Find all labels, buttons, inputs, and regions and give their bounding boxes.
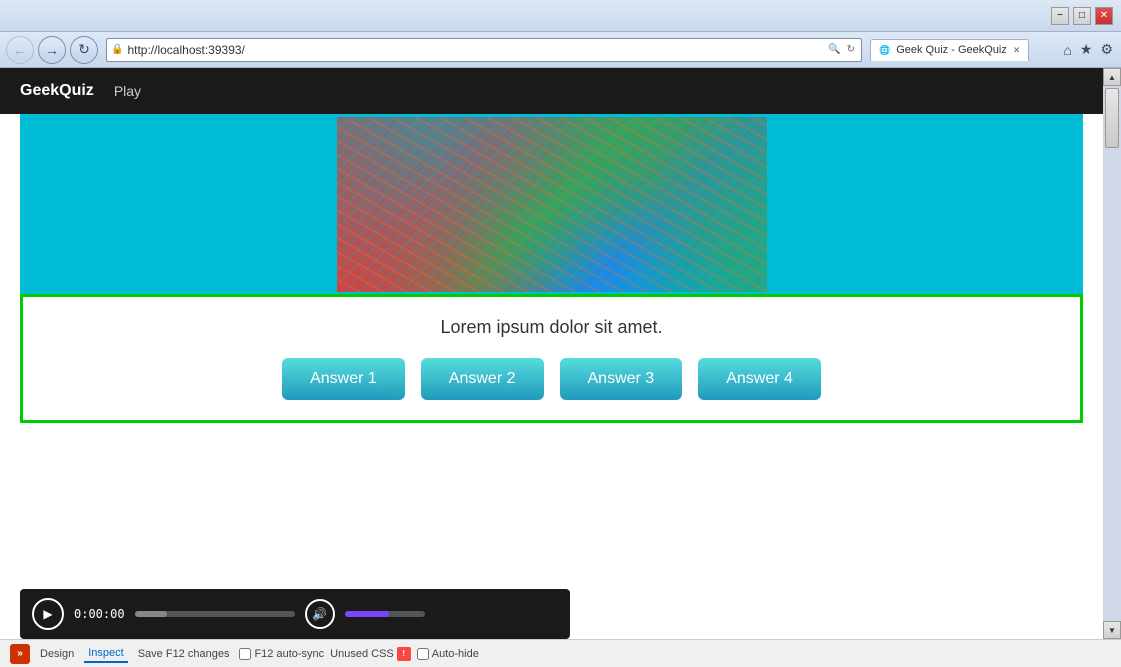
- devtools-icon: »: [10, 644, 30, 664]
- image-banner: [20, 114, 1083, 294]
- address-bar[interactable]: 🔒 http://localhost:39393/ 🔍 ↻: [106, 38, 862, 62]
- media-player: ▶ 0:00:00 🔊: [20, 589, 570, 639]
- unused-css-label: Unused CSS: [330, 648, 394, 660]
- scrollbar[interactable]: ▲ ▼: [1103, 68, 1121, 639]
- autosync-row: F12 auto-sync: [239, 648, 324, 660]
- scroll-track[interactable]: [1103, 86, 1121, 621]
- autohide-row: Auto-hide: [417, 648, 479, 660]
- progress-fill: [135, 611, 167, 617]
- answers-row: Answer 1 Answer 2 Answer 3 Answer 4: [282, 358, 821, 400]
- progress-bar[interactable]: [135, 611, 295, 617]
- tab-close-button[interactable]: ✕: [1013, 45, 1021, 56]
- answer-3-button[interactable]: Answer 3: [560, 358, 683, 400]
- save-f12-button[interactable]: Save F12 changes: [134, 646, 234, 662]
- volume-bar[interactable]: [345, 611, 425, 617]
- nav-play-link[interactable]: Play: [114, 83, 141, 99]
- address-actions: 🔍 ↻: [826, 44, 857, 55]
- search-btn[interactable]: 🔍: [826, 44, 842, 55]
- title-bar-controls: − □ ✕: [1051, 7, 1113, 25]
- app-navbar: GeekQuiz Play: [0, 68, 1103, 114]
- address-icon: 🔒: [111, 44, 123, 55]
- devtools-bar: » Design Inspect Save F12 changes F12 au…: [0, 639, 1121, 667]
- autohide-label: Auto-hide: [432, 648, 479, 660]
- refresh-addr-btn[interactable]: ↻: [845, 44, 857, 55]
- autohide-checkbox[interactable]: [417, 648, 429, 660]
- back-button[interactable]: ←: [6, 36, 34, 64]
- answer-2-button[interactable]: Answer 2: [421, 358, 544, 400]
- browser-toolbar: ← → ↻ 🔒 http://localhost:39393/ 🔍 ↻ 🌐 Ge…: [0, 32, 1121, 68]
- home-icon[interactable]: ⌂: [1061, 40, 1073, 60]
- minimize-button[interactable]: −: [1051, 7, 1069, 25]
- css-warning-icon: !: [397, 647, 411, 661]
- question-text: Lorem ipsum dolor sit amet.: [440, 317, 662, 338]
- scroll-up-button[interactable]: ▲: [1103, 68, 1121, 86]
- design-button[interactable]: Design: [36, 646, 78, 662]
- banner-image: [337, 117, 767, 292]
- tab-favicon: 🌐: [879, 45, 890, 56]
- app-brand: GeekQuiz: [20, 82, 94, 100]
- forward-button[interactable]: →: [38, 36, 66, 64]
- page-content: ▲ ▼ GeekQuiz Play Lorem ipsum dolor sit …: [0, 68, 1121, 639]
- toolbar-icons: 🌐 Geek Quiz - GeekQuiz ✕ ⌂ ★ ⚙: [870, 39, 1115, 61]
- close-button[interactable]: ✕: [1095, 7, 1113, 25]
- scroll-down-button[interactable]: ▼: [1103, 621, 1121, 639]
- abstract-art: [337, 117, 767, 292]
- refresh-button[interactable]: ↻: [70, 36, 98, 64]
- time-display: 0:00:00: [74, 607, 125, 621]
- tab-title: Geek Quiz - GeekQuiz: [896, 44, 1007, 56]
- volume-fill: [345, 611, 389, 617]
- title-bar: − □ ✕: [0, 0, 1121, 32]
- address-text: http://localhost:39393/: [127, 43, 826, 57]
- play-button[interactable]: ▶: [32, 598, 64, 630]
- answer-1-button[interactable]: Answer 1: [282, 358, 405, 400]
- active-tab[interactable]: 🌐 Geek Quiz - GeekQuiz ✕: [870, 39, 1029, 61]
- autosync-label: F12 auto-sync: [254, 648, 324, 660]
- answer-section: Lorem ipsum dolor sit amet. Answer 1 Ans…: [20, 294, 1083, 423]
- volume-button[interactable]: 🔊: [305, 599, 335, 629]
- unused-css-row: Unused CSS !: [330, 647, 411, 661]
- answer-4-button[interactable]: Answer 4: [698, 358, 821, 400]
- maximize-button[interactable]: □: [1073, 7, 1091, 25]
- inspect-button[interactable]: Inspect: [84, 645, 127, 663]
- scroll-thumb[interactable]: [1105, 88, 1119, 148]
- settings-icon[interactable]: ⚙: [1098, 39, 1115, 60]
- quiz-area: Lorem ipsum dolor sit amet. Answer 1 Ans…: [0, 114, 1103, 581]
- favorites-icon[interactable]: ★: [1078, 39, 1095, 60]
- autosync-checkbox[interactable]: [239, 648, 251, 660]
